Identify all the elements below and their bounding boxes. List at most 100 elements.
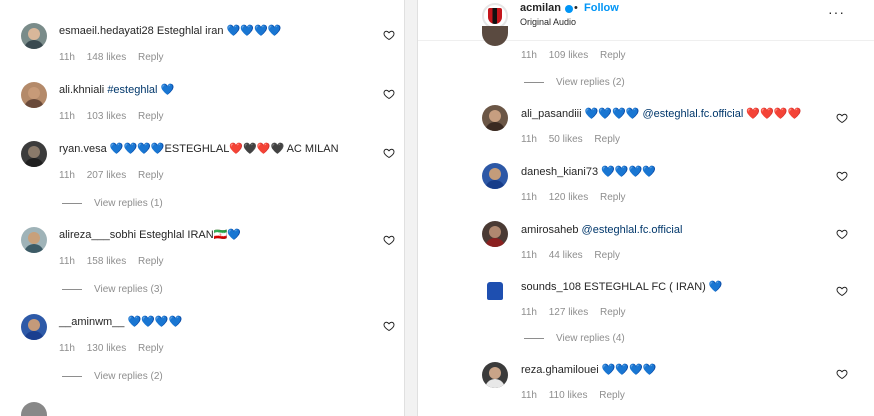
verified-badge-icon bbox=[565, 5, 573, 13]
like-heart-icon[interactable] bbox=[836, 368, 848, 380]
comment-likes[interactable]: 120 likes bbox=[549, 192, 588, 203]
follow-button[interactable]: Follow bbox=[584, 2, 619, 14]
like-heart-icon[interactable] bbox=[383, 147, 395, 159]
comment-username[interactable]: reza.ghamilouei bbox=[521, 364, 599, 376]
avatar[interactable] bbox=[21, 23, 47, 49]
comment-username[interactable]: sounds_108 bbox=[521, 281, 581, 293]
comment-likes[interactable]: 109 likes bbox=[549, 50, 588, 61]
more-options-icon[interactable]: ··· bbox=[828, 4, 845, 20]
like-heart-icon[interactable] bbox=[383, 320, 395, 332]
comment-meta: 11h 103 likes Reply bbox=[59, 111, 173, 122]
comment-time[interactable]: 11h bbox=[59, 343, 75, 354]
emoji-hearts: 💙 bbox=[160, 84, 175, 96]
avatar[interactable] bbox=[482, 26, 508, 46]
reply-button[interactable]: Reply bbox=[600, 50, 626, 61]
replies-divider bbox=[62, 288, 82, 290]
reply-button[interactable]: Reply bbox=[600, 192, 626, 203]
like-heart-icon[interactable] bbox=[836, 285, 848, 297]
view-replies-label[interactable]: View replies (3) bbox=[94, 284, 163, 295]
like-heart-icon[interactable] bbox=[836, 112, 848, 124]
comment-item: sounds_108 ESTEGHLAL FC ( IRAN) 💙 11h 12… bbox=[418, 273, 874, 344]
comment-username[interactable]: alireza___sobhi bbox=[59, 229, 136, 241]
like-heart-icon[interactable] bbox=[383, 88, 395, 100]
comment-username[interactable]: esmaeil.hedayati28 bbox=[59, 25, 154, 37]
comment-time[interactable]: 11h bbox=[521, 192, 537, 203]
comment-likes[interactable]: 207 likes bbox=[87, 170, 126, 181]
view-replies-label[interactable]: View replies (1) bbox=[94, 198, 163, 209]
comment-time[interactable]: 11h bbox=[59, 52, 75, 63]
reply-button[interactable]: Reply bbox=[138, 170, 164, 181]
comment-body: Esteghlal IRAN bbox=[139, 229, 214, 241]
comment-username[interactable]: amirosaheb bbox=[521, 224, 578, 236]
comment-username[interactable]: ali_pasandiii bbox=[521, 108, 582, 120]
original-audio-link[interactable]: Original Audio bbox=[520, 17, 576, 27]
avatar[interactable] bbox=[482, 105, 508, 131]
comment-time[interactable]: 11h bbox=[521, 250, 537, 261]
separator-dot: • bbox=[574, 2, 578, 14]
reply-button[interactable]: Reply bbox=[600, 307, 626, 318]
reply-button[interactable]: Reply bbox=[599, 390, 625, 401]
reply-button[interactable]: Reply bbox=[594, 134, 620, 145]
comment-item: esmaeil.hedayati28 Esteghlal iran 💙💙💙💙 1… bbox=[0, 18, 404, 78]
account-name[interactable]: acmilan bbox=[520, 2, 561, 14]
comment-likes[interactable]: 50 likes bbox=[549, 134, 583, 145]
reply-button[interactable]: Reply bbox=[138, 256, 164, 267]
comment-meta: 11h 44 likes Reply bbox=[521, 250, 629, 261]
avatar[interactable] bbox=[21, 141, 47, 167]
comment-likes[interactable]: 148 likes bbox=[87, 52, 126, 63]
view-replies-button[interactable]: View replies (4) bbox=[524, 333, 625, 344]
avatar[interactable] bbox=[21, 82, 47, 108]
comment-time[interactable]: 11h bbox=[521, 390, 537, 401]
reply-button[interactable]: Reply bbox=[138, 343, 164, 354]
comment-likes[interactable]: 103 likes bbox=[87, 111, 126, 122]
comment-time[interactable]: 11h bbox=[521, 307, 537, 318]
view-replies-button[interactable]: View replies (3) bbox=[62, 284, 163, 295]
view-replies-label[interactable]: View replies (2) bbox=[94, 371, 163, 382]
avatar[interactable] bbox=[482, 163, 508, 189]
mention-link[interactable]: @esteghlal.fc.official bbox=[582, 224, 683, 236]
emoji-hearts: 💙💙💙💙 bbox=[226, 25, 282, 37]
comment-meta: 11h 120 likes Reply bbox=[521, 192, 635, 203]
comment-item: ali_pasandiii 💙💙💙💙 @esteghlal.fc.officia… bbox=[418, 100, 874, 160]
comment-time[interactable]: 11h bbox=[521, 50, 537, 61]
like-heart-icon[interactable] bbox=[383, 29, 395, 41]
hashtag-link[interactable]: #esteghlal bbox=[107, 84, 157, 96]
emoji-hearts: 💙 bbox=[708, 281, 723, 293]
view-replies-label[interactable]: View replies (4) bbox=[556, 333, 625, 344]
comment-meta: 11h 127 likes Reply bbox=[521, 307, 635, 318]
comment-likes[interactable]: 44 likes bbox=[549, 250, 583, 261]
avatar[interactable] bbox=[21, 402, 47, 416]
avatar[interactable] bbox=[482, 278, 508, 304]
avatar[interactable] bbox=[482, 362, 508, 388]
comment-time[interactable]: 11h bbox=[59, 111, 75, 122]
comment-likes[interactable]: 130 likes bbox=[87, 343, 126, 354]
comment-item: alireza___sobhi Esteghlal IRAN🇮🇷💙 11h 15… bbox=[0, 222, 404, 295]
comment-text: amirosaheb @esteghlal.fc.official bbox=[521, 223, 682, 237]
comment-likes[interactable]: 110 likes bbox=[549, 390, 588, 401]
comment-likes[interactable]: 158 likes bbox=[87, 256, 126, 267]
comment-meta: 11h 109 likes Reply bbox=[521, 50, 635, 61]
avatar[interactable] bbox=[21, 314, 47, 340]
avatar[interactable] bbox=[482, 221, 508, 247]
comment-username[interactable]: __aminwm__ bbox=[59, 316, 124, 328]
view-replies-button[interactable]: View replies (2) bbox=[62, 371, 163, 382]
reply-button[interactable]: Reply bbox=[594, 250, 620, 261]
like-heart-icon[interactable] bbox=[836, 228, 848, 240]
comment-item: ali.khniali #esteghlal 💙 11h 103 likes R… bbox=[0, 77, 404, 137]
reply-button[interactable]: Reply bbox=[138, 111, 164, 122]
comment-username[interactable]: ryan.vesa bbox=[59, 143, 107, 155]
reply-button[interactable]: Reply bbox=[138, 52, 164, 63]
like-heart-icon[interactable] bbox=[383, 234, 395, 246]
comment-time[interactable]: 11h bbox=[521, 134, 537, 145]
view-replies-button[interactable]: View replies (1) bbox=[62, 198, 163, 209]
comment-time[interactable]: 11h bbox=[59, 170, 75, 181]
view-replies-label[interactable]: View replies (2) bbox=[556, 77, 625, 88]
comment-username[interactable]: danesh_kiani73 bbox=[521, 166, 598, 178]
comment-likes[interactable]: 127 likes bbox=[549, 307, 588, 318]
like-heart-icon[interactable] bbox=[836, 170, 848, 182]
avatar[interactable] bbox=[21, 227, 47, 253]
view-replies-button[interactable]: View replies (2) bbox=[524, 77, 625, 88]
mention-link[interactable]: @esteghlal.fc.official bbox=[642, 108, 743, 120]
comment-time[interactable]: 11h bbox=[59, 256, 75, 267]
comment-username[interactable]: ali.khniali bbox=[59, 84, 104, 96]
